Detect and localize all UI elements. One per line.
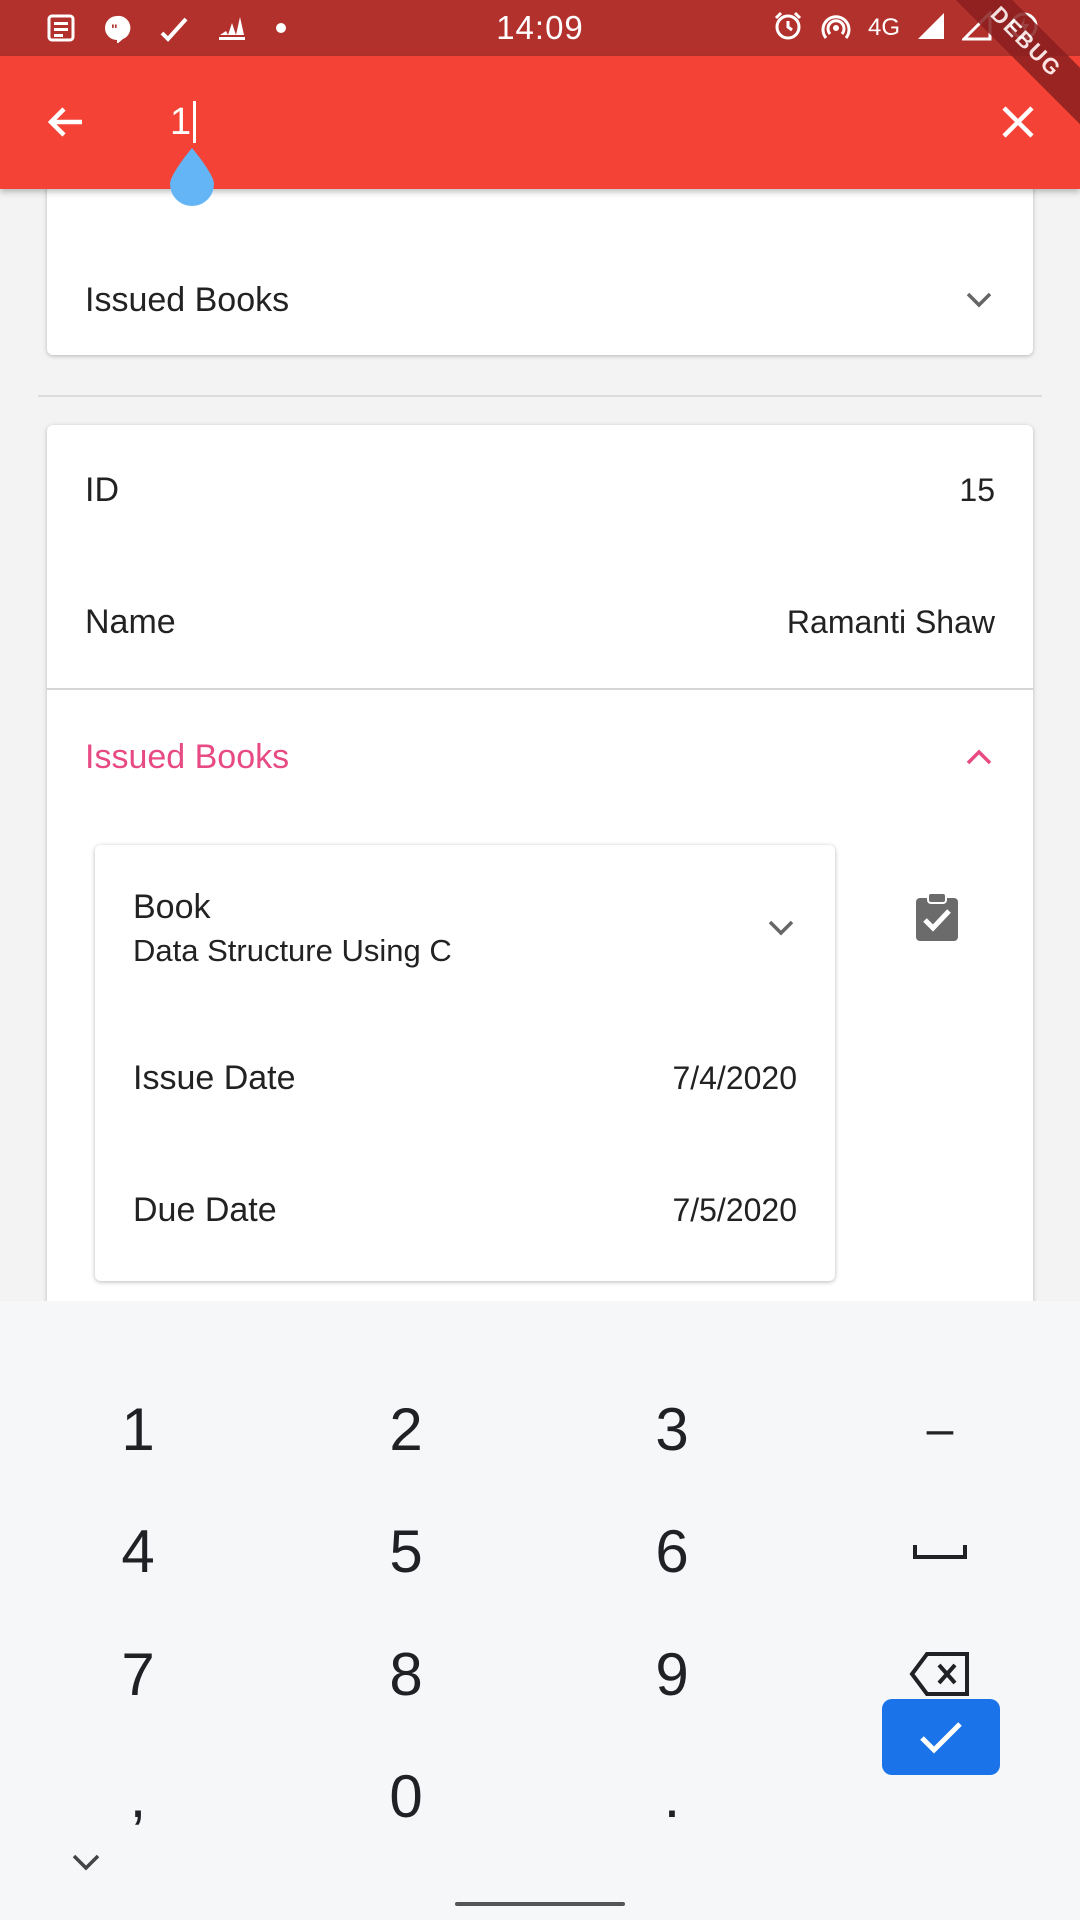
key-2[interactable]: 2 xyxy=(326,1379,486,1479)
return-book-clipboard-icon[interactable] xyxy=(913,891,961,943)
chevron-down-icon xyxy=(768,920,794,936)
key-period[interactable]: . xyxy=(592,1746,752,1846)
issued-books-label: Issued Books xyxy=(85,280,290,319)
key-done[interactable] xyxy=(882,1699,1000,1775)
done-check-icon xyxy=(920,1722,962,1754)
due-date-label: Due Date xyxy=(133,1190,277,1229)
backspace-icon xyxy=(909,1652,969,1696)
alarm-icon xyxy=(772,10,804,47)
member-card: ID 15 Name Ramanti Shaw Issued Books Boo… xyxy=(47,425,1033,1301)
key-5[interactable]: 5 xyxy=(326,1501,486,1601)
keyboard-hide-chevron-icon[interactable] xyxy=(66,1847,106,1877)
key-0[interactable]: 0 xyxy=(326,1746,486,1846)
key-1[interactable]: 1 xyxy=(58,1379,218,1479)
close-icon xyxy=(1002,106,1034,138)
key-6[interactable]: 6 xyxy=(592,1501,752,1601)
network-type: 4G xyxy=(867,14,900,41)
id-value: 15 xyxy=(959,471,995,508)
search-input[interactable]: 1 xyxy=(170,82,770,162)
space-icon xyxy=(913,1545,967,1559)
issued-books-expander[interactable]: Issued Books xyxy=(47,721,1033,793)
name-row: Name Ramanti Shaw xyxy=(47,587,1033,657)
id-label: ID xyxy=(85,470,119,509)
arrow-back-icon xyxy=(47,107,82,137)
book-info: Book Data Structure Using C xyxy=(133,888,452,969)
name-label: Name xyxy=(85,602,176,641)
book-label: Book xyxy=(133,887,211,926)
text-cursor xyxy=(193,101,197,143)
text-selection-handle[interactable] xyxy=(166,146,218,206)
key-9[interactable]: 9 xyxy=(592,1624,752,1724)
key-4[interactable]: 4 xyxy=(58,1501,218,1601)
content-list: Issued Books ID 15 Name Ramanti Shaw Iss… xyxy=(0,189,1080,1301)
key-7[interactable]: 7 xyxy=(58,1624,218,1724)
signal-icon xyxy=(916,11,946,46)
book-expander[interactable]: Book Data Structure Using C xyxy=(95,883,835,973)
due-date-row: Due Date 7/5/2020 xyxy=(95,1175,835,1245)
chevron-down-icon xyxy=(966,292,992,308)
key-dash[interactable]: – xyxy=(860,1379,1020,1479)
issued-book-card: Book Data Structure Using C Issue Date 7… xyxy=(95,845,835,1281)
key-8[interactable]: 8 xyxy=(326,1624,486,1724)
row-divider xyxy=(47,688,1033,690)
list-divider xyxy=(38,395,1042,397)
gesture-nav-handle[interactable] xyxy=(455,1902,625,1906)
hotspot-icon xyxy=(820,10,852,47)
issue-date-label: Issue Date xyxy=(133,1058,296,1097)
key-comma[interactable]: , xyxy=(58,1746,218,1846)
status-bar: " 14:09 4G xyxy=(0,0,1080,56)
name-value: Ramanti Shaw xyxy=(786,603,995,640)
issue-date-value: 7/4/2020 xyxy=(672,1059,797,1096)
book-title: Data Structure Using C xyxy=(133,932,452,968)
back-button[interactable] xyxy=(40,96,92,148)
clear-search-button[interactable] xyxy=(990,94,1046,150)
issued-books-expander[interactable]: Issued Books xyxy=(47,265,1033,335)
id-row: ID 15 xyxy=(47,455,1033,525)
numeric-keyboard: 1 2 3 – 4 5 6 7 8 9 , 0 . xyxy=(0,1301,1080,1920)
issue-date-row: Issue Date 7/4/2020 xyxy=(95,1043,835,1113)
issued-books-label: Issued Books xyxy=(85,737,290,776)
member-card-previous: Issued Books xyxy=(47,189,1033,355)
key-space[interactable] xyxy=(860,1501,1020,1601)
key-3[interactable]: 3 xyxy=(592,1379,752,1479)
app-bar: 1 xyxy=(0,56,1080,189)
due-date-value: 7/5/2020 xyxy=(672,1191,797,1228)
chevron-up-icon xyxy=(966,749,992,765)
